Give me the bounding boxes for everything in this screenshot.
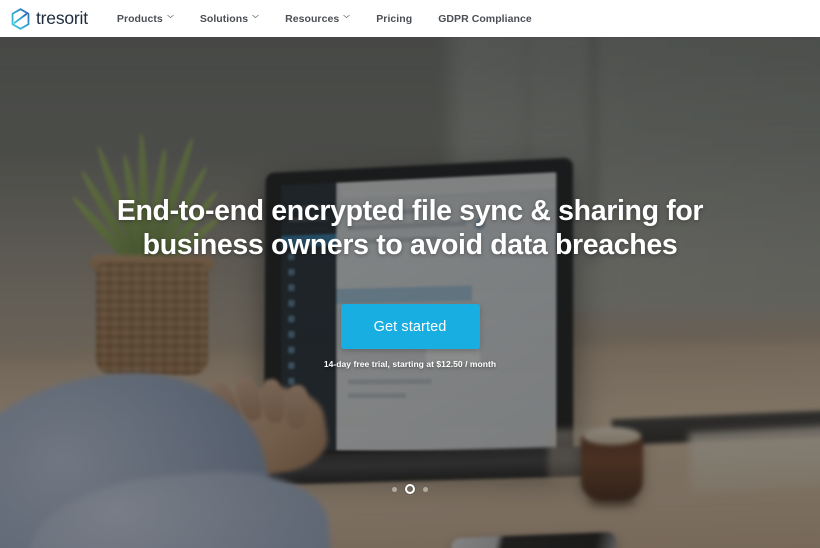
hexagon-logo-icon xyxy=(10,7,31,30)
nav-label: Solutions xyxy=(199,12,249,25)
chevron-down-icon xyxy=(252,14,259,21)
nav-item-products[interactable]: Products xyxy=(117,0,187,37)
chevron-down-icon xyxy=(343,14,350,21)
get-started-button[interactable]: Get started xyxy=(340,304,480,350)
nav-item-gdpr-compliance[interactable]: GDPR Compliance xyxy=(425,0,545,37)
brand-logo-link[interactable]: tresorit xyxy=(10,7,88,30)
site-header: tresorit Products Solutions Resources Pr… xyxy=(0,0,820,37)
carousel-dot-2[interactable] xyxy=(405,484,415,494)
carousel-dot-1[interactable] xyxy=(392,486,397,492)
nav-label: GDPR Compliance xyxy=(438,12,532,25)
nav-item-resources[interactable]: Resources xyxy=(272,0,363,37)
hero-headline: End-to-end encrypted file sync & sharing… xyxy=(116,195,704,262)
nav-label: Products xyxy=(116,12,163,25)
nav-item-solutions[interactable]: Solutions xyxy=(187,0,272,37)
hero-banner: End-to-end encrypted file sync & sharing… xyxy=(0,37,820,548)
carousel-dots xyxy=(0,484,820,494)
nav-item-pricing[interactable]: Pricing xyxy=(363,0,425,37)
hero-content: End-to-end encrypted file sync & sharing… xyxy=(0,37,820,548)
brand-name: tresorit xyxy=(36,7,88,28)
main-navigation: Products Solutions Resources Pricing GDP… xyxy=(117,0,545,37)
nav-label: Resources xyxy=(285,12,340,25)
carousel-dot-3[interactable] xyxy=(423,486,428,492)
nav-label: Pricing xyxy=(376,12,413,25)
chevron-down-icon xyxy=(167,14,174,21)
trial-note: 14-day free trial, starting at $12.50 / … xyxy=(323,359,497,370)
